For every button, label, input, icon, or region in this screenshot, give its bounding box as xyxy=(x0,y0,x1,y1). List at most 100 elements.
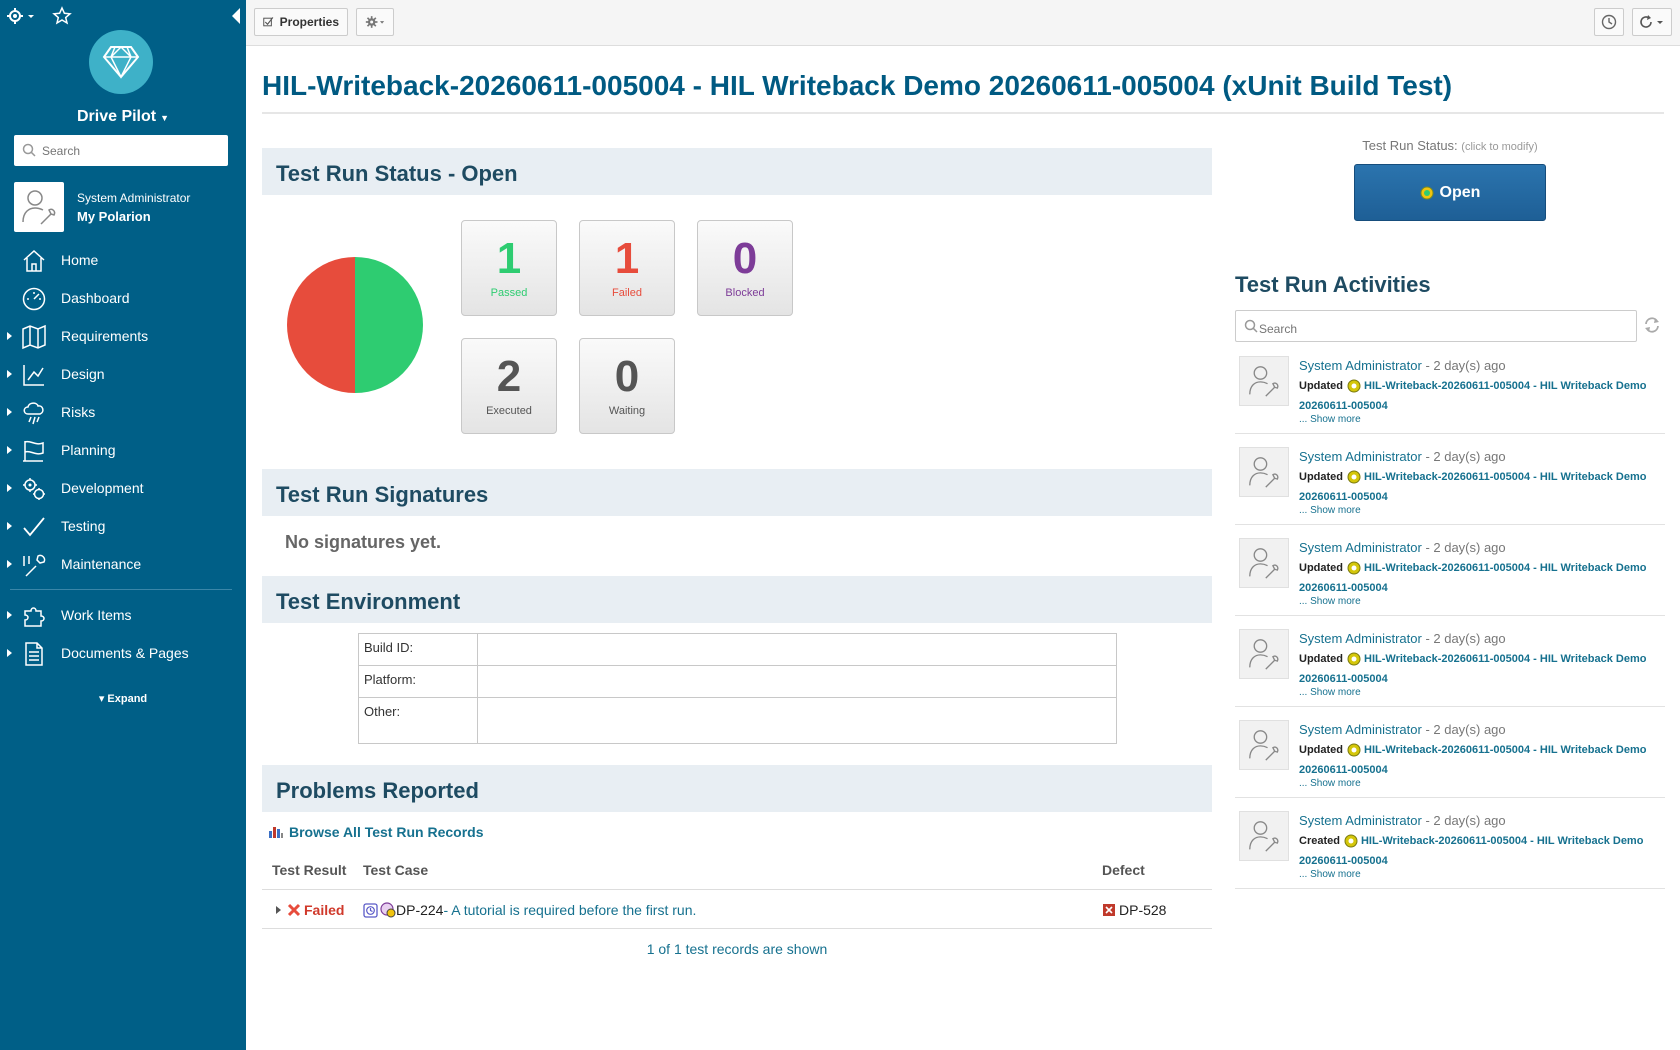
sidebar-item-label: Work Items xyxy=(61,607,132,623)
show-more-link[interactable]: ... Show more xyxy=(1299,869,1361,880)
clock-icon xyxy=(1601,14,1617,30)
stat-failed-value: 1 xyxy=(614,234,640,283)
sidebar-search-input[interactable] xyxy=(42,141,220,161)
sidebar-item-testing[interactable]: Testing xyxy=(0,507,246,545)
refresh-button[interactable] xyxy=(1632,8,1672,36)
activity-avatar xyxy=(1239,538,1289,588)
stat-passed[interactable]: 1 Passed xyxy=(461,220,557,316)
expand-arrow-icon[interactable] xyxy=(7,522,12,530)
activity-verb: Created xyxy=(1299,835,1340,847)
activity-author-link[interactable]: System Administrator - 2 day(s) ago xyxy=(1299,540,1506,555)
show-more-link[interactable]: ... Show more xyxy=(1299,687,1361,698)
map-icon xyxy=(22,324,46,350)
activity-avatar xyxy=(1239,356,1289,406)
activity-item: System Administrator - 2 day(s) ago Crea… xyxy=(1235,803,1665,889)
expand-row-icon[interactable] xyxy=(276,906,281,914)
test-case-id[interactable]: DP-224 xyxy=(396,902,443,918)
search-icon xyxy=(22,143,36,157)
activity-author-link[interactable]: System Administrator - 2 day(s) ago xyxy=(1299,449,1506,464)
records-count-text: 1 of 1 test records are shown xyxy=(646,941,828,957)
expand-arrow-icon[interactable] xyxy=(7,560,12,568)
sidebar-item-work-items[interactable]: Work Items xyxy=(0,596,246,634)
expand-arrow-icon[interactable] xyxy=(7,649,12,657)
sidebar-item-development[interactable]: Development xyxy=(0,469,246,507)
status-open-icon xyxy=(1420,186,1434,199)
defect-id[interactable]: DP-528 xyxy=(1119,902,1166,918)
sidebar-item-home[interactable]: Home xyxy=(0,241,246,279)
expand-arrow-icon[interactable] xyxy=(7,408,12,416)
document-icon xyxy=(25,642,43,666)
sidebar-item-dashboard[interactable]: Dashboard xyxy=(0,279,246,317)
user-admin-icon xyxy=(1249,548,1279,579)
collapse-sidebar-icon[interactable] xyxy=(232,8,240,24)
stat-failed[interactable]: 1 Failed xyxy=(579,220,675,316)
activities-search-input[interactable] xyxy=(1259,320,1629,338)
project-selector[interactable]: Drive Pilot ▼ xyxy=(0,108,246,126)
status-button-label: Open xyxy=(1439,183,1481,201)
expand-arrow-icon[interactable] xyxy=(7,484,12,492)
activity-time: - 2 day(s) ago xyxy=(1421,722,1506,737)
activity-author: System Administrator xyxy=(1299,631,1422,646)
design-icon xyxy=(23,365,44,386)
activity-avatar xyxy=(1239,447,1289,497)
activity-description: Updated HIL-Writeback-20260611-005004 - H… xyxy=(1299,558,1665,598)
activity-description: Created HIL-Writeback-20260611-005004 - H… xyxy=(1299,831,1665,871)
section-signatures: Test Run Signatures xyxy=(262,469,1212,516)
test-run-icon xyxy=(1344,834,1358,848)
test-run-icon xyxy=(1347,470,1361,484)
expand-arrow-icon[interactable] xyxy=(7,332,12,340)
status-open-button[interactable]: Open xyxy=(1354,164,1546,221)
browse-records-link[interactable]: Browse All Test Run Records xyxy=(268,824,483,840)
col-test-result[interactable]: Test Result xyxy=(272,862,346,878)
stat-waiting[interactable]: 0 Waiting xyxy=(579,338,675,434)
user-box[interactable]: System Administrator My Polarion xyxy=(14,182,232,232)
env-row-build-id: Build ID: xyxy=(358,633,1117,666)
activity-author-link[interactable]: System Administrator - 2 day(s) ago xyxy=(1299,358,1506,373)
expand-arrow-icon[interactable] xyxy=(7,370,12,378)
expand-arrow-icon[interactable] xyxy=(7,611,12,619)
check-icon xyxy=(23,517,45,537)
status-hint: (click to modify) xyxy=(1461,141,1538,153)
favorite-star-icon[interactable] xyxy=(52,6,72,26)
sidebar-item-label: Maintenance xyxy=(61,556,142,572)
properties-button[interactable]: Properties xyxy=(254,8,348,36)
show-more-link[interactable]: ... Show more xyxy=(1299,778,1361,789)
status-label-text: Test Run Status: xyxy=(1362,138,1458,153)
pie-slice-passed xyxy=(355,257,423,393)
activity-author-link[interactable]: System Administrator - 2 day(s) ago xyxy=(1299,722,1506,737)
sidebar-item-planning[interactable]: Planning xyxy=(0,431,246,469)
activity-author-link[interactable]: System Administrator - 2 day(s) ago xyxy=(1299,631,1506,646)
activity-description: Updated HIL-Writeback-20260611-005004 - H… xyxy=(1299,376,1665,416)
activities-refresh-icon[interactable] xyxy=(1643,316,1661,334)
sidebar-item-documents[interactable]: Documents & Pages xyxy=(0,634,246,672)
sidebar-search xyxy=(14,135,228,166)
col-defect[interactable]: Defect xyxy=(1102,862,1145,878)
toolbar: Properties xyxy=(246,0,1680,46)
expand-arrow-icon[interactable] xyxy=(7,446,12,454)
col-test-case[interactable]: Test Case xyxy=(363,862,428,878)
activity-time: - 2 day(s) ago xyxy=(1421,358,1506,373)
expand-nav-button[interactable]: ▾ Expand xyxy=(0,692,246,705)
sidebar-item-requirements[interactable]: Requirements xyxy=(0,317,246,355)
environment-table: Build ID: Platform: Other: xyxy=(358,633,1117,744)
show-more-link[interactable]: ... Show more xyxy=(1299,596,1361,607)
sidebar-item-risks[interactable]: Risks xyxy=(0,393,246,431)
actions-gear-button[interactable] xyxy=(356,8,394,36)
activity-author: System Administrator xyxy=(1299,722,1422,737)
search-icon xyxy=(1244,319,1258,333)
history-button[interactable] xyxy=(1594,8,1624,36)
user-admin-icon xyxy=(1249,730,1279,761)
test-case-title-link[interactable]: - A tutorial is required before the firs… xyxy=(443,902,696,918)
activity-author-link[interactable]: System Administrator - 2 day(s) ago xyxy=(1299,813,1506,828)
my-polarion-link[interactable]: My Polarion xyxy=(77,209,151,224)
show-more-link[interactable]: ... Show more xyxy=(1299,414,1361,425)
test-case-type-icon xyxy=(380,902,396,918)
sidebar-item-design[interactable]: Design xyxy=(0,355,246,393)
stat-blocked[interactable]: 0 Blocked xyxy=(697,220,793,316)
settings-gear-icon[interactable] xyxy=(6,6,36,26)
env-key: Other: xyxy=(358,697,478,744)
show-more-link[interactable]: ... Show more xyxy=(1299,505,1361,516)
sidebar-item-label: Design xyxy=(61,366,105,382)
stat-executed[interactable]: 2 Executed xyxy=(461,338,557,434)
sidebar-item-maintenance[interactable]: Maintenance xyxy=(0,545,246,583)
